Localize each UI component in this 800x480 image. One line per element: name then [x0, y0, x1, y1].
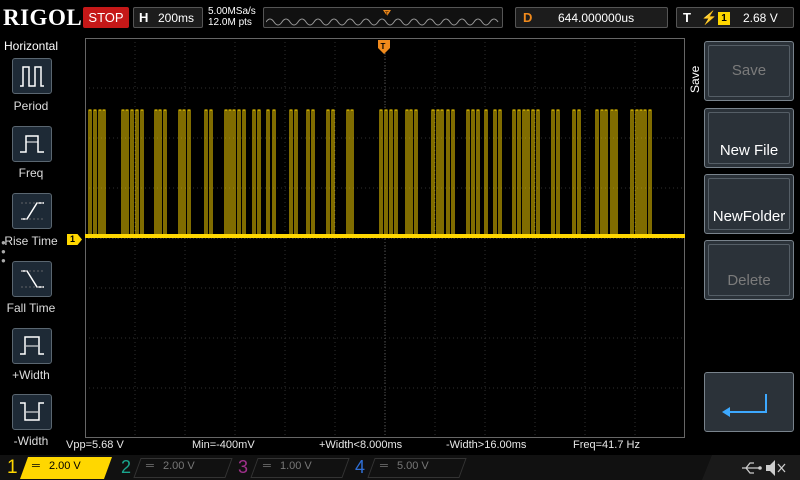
new-file-label: New File [708, 112, 790, 164]
fall-time-label: Fall Time [6, 301, 56, 315]
period-button[interactable] [12, 58, 52, 94]
ch4-coupling-icon: ═ [380, 460, 388, 472]
measure-menu: Horizontal Period Freq ● ● ● Rise Time Fal… [0, 36, 62, 454]
horizontal-timebase-box[interactable]: H 200ms [133, 7, 203, 28]
save-button[interactable]: Save [704, 41, 794, 101]
rising-edge-icon: ⚡ [701, 10, 718, 25]
ch4-scale: ═ 5.00 V [380, 460, 429, 472]
positive-width-readout: +Width<8.000ms [319, 439, 403, 451]
delete-button[interactable]: Delete [704, 240, 794, 300]
sample-rate: 5.00MSa/s [208, 6, 256, 17]
measure-menu-title: Horizontal [3, 39, 59, 53]
new-folder-button[interactable]: NewFolder [704, 174, 794, 234]
negative-width-label: -Width [13, 434, 49, 448]
delay-box[interactable]: D 644.000000us [515, 7, 668, 28]
ch3-scale: ═ 1.00 V [263, 460, 312, 472]
memory-overview-bar: T [263, 7, 503, 28]
run-stop-indicator[interactable]: STOP [83, 7, 129, 28]
rise-time-icon [21, 202, 44, 220]
freq-label: Freq [18, 166, 44, 180]
trigger-box[interactable]: T ⚡ 1 2.68 V [676, 7, 794, 28]
save-button-label: Save [708, 45, 790, 97]
top-status-bar: RIGOL STOP H 200ms 5.00MSa/s 12.0M pts T… [0, 0, 800, 36]
delete-label: Delete [708, 244, 790, 296]
ch1-offset-marker[interactable]: 1 [67, 234, 82, 245]
memory-depth: 12.0M pts [208, 17, 252, 28]
rise-time-label: Rise Time [4, 234, 58, 248]
fall-time-button[interactable] [12, 261, 52, 297]
horizontal-tag: H [139, 10, 149, 25]
ch3-number[interactable]: 3 [238, 457, 248, 478]
ch3-scale-value: 1.00 V [279, 460, 312, 472]
period-icon [20, 66, 44, 87]
min-readout: Min=-400mV [192, 439, 255, 451]
vpp-readout: Vpp=5.68 V [66, 439, 124, 451]
frequency-icon [20, 135, 44, 153]
period-label: Period [13, 99, 49, 113]
acquisition-info: 5.00MSa/s 12.0M pts [208, 6, 256, 28]
trigger-source: 1 [718, 12, 730, 25]
new-file-button[interactable]: New File [704, 108, 794, 168]
freq-button[interactable] [12, 126, 52, 162]
ch1-scale-value: 2.00 V [48, 460, 81, 472]
trigger-tag: T [683, 10, 691, 25]
ch1-scale: ═ 2.00 V [32, 460, 81, 472]
svg-text:T: T [381, 42, 386, 51]
delay-value: 644.000000us [558, 11, 635, 25]
enter-button[interactable] [704, 372, 794, 432]
ch3-coupling-icon: ═ [263, 460, 271, 472]
ch1-coupling-icon: ═ [32, 460, 40, 472]
waveform-display[interactable]: T [85, 38, 685, 438]
ch4-number[interactable]: 4 [355, 457, 365, 478]
ch2-scale-value: 2.00 V [162, 460, 195, 472]
status-icons [702, 455, 800, 480]
fall-time-icon [21, 270, 44, 288]
ch4-scale-value: 5.00 V [396, 460, 429, 472]
rise-time-button[interactable] [12, 193, 52, 229]
negative-width-icon [20, 402, 44, 421]
ch2-number[interactable]: 2 [121, 457, 131, 478]
delay-tag: D [523, 10, 533, 25]
timebase-value: 200ms [158, 11, 195, 25]
enter-icon [722, 394, 767, 417]
positive-width-button[interactable] [12, 328, 52, 364]
ch1-number[interactable]: 1 [7, 457, 18, 479]
negative-width-button[interactable] [12, 394, 52, 430]
soft-menu-title: Save [688, 65, 702, 93]
ch2-scale: ═ 2.00 V [146, 460, 195, 472]
ch2-coupling-icon: ═ [146, 460, 154, 472]
new-folder-label: NewFolder [708, 178, 790, 230]
positive-width-label: +Width [12, 368, 50, 382]
frequency-readout: Freq=41.7 Hz [573, 439, 640, 451]
negative-width-readout: -Width>16.00ms [446, 439, 527, 451]
memory-trigger-letter: T [385, 12, 389, 18]
trigger-level: 2.68 V [743, 11, 778, 25]
brand-logo: RIGOL [3, 5, 83, 30]
memory-waveform-icon: T [266, 10, 499, 26]
positive-width-icon [20, 336, 44, 355]
